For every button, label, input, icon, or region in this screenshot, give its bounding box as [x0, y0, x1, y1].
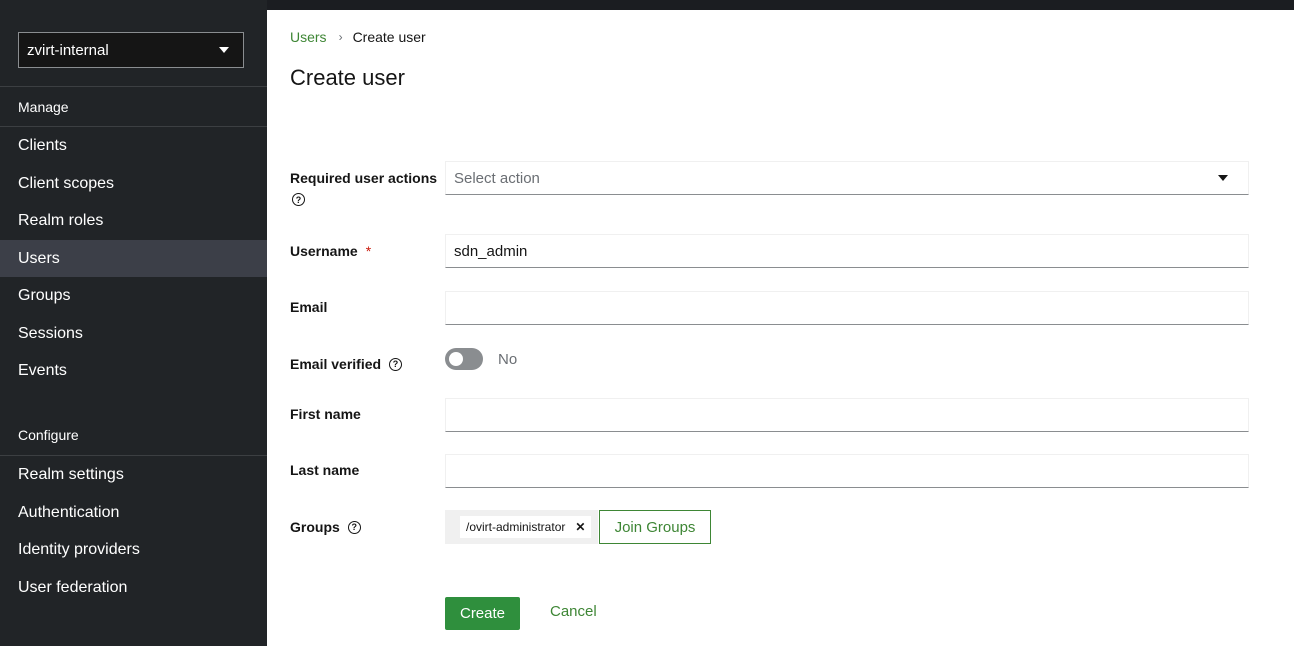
sidebar-item-client-scopes[interactable]: Client scopes: [0, 165, 267, 203]
groups-label-text: Groups: [290, 519, 340, 535]
toggle-knob: [449, 352, 463, 366]
email-verified-state: No: [498, 351, 518, 368]
username-field[interactable]: sdn_admin: [445, 234, 1249, 268]
page-title: Create user: [290, 65, 405, 90]
first-name-field[interactable]: [445, 398, 1249, 432]
username-label-text: Username: [290, 243, 358, 259]
required-actions-select[interactable]: Select action: [445, 161, 1249, 195]
sidebar-item-realm-roles[interactable]: Realm roles: [0, 202, 267, 240]
username-value: sdn_admin: [454, 242, 528, 260]
help-icon[interactable]: ?: [347, 520, 361, 534]
email-verified-label: Email verified ?: [290, 356, 403, 372]
required-asterisk: *: [365, 243, 372, 259]
nav-section-configure: Configure Realm settings Authentication …: [0, 415, 267, 606]
email-verified-toggle[interactable]: [445, 348, 483, 370]
sidebar-item-groups[interactable]: Groups: [0, 277, 267, 315]
email-field[interactable]: [445, 291, 1249, 325]
realm-selector-value: zvirt-internal: [27, 41, 109, 59]
join-groups-button[interactable]: Join Groups: [599, 510, 711, 544]
required-actions-label-text: Required user actions: [290, 170, 438, 186]
caret-down-icon: [1218, 175, 1228, 181]
group-chip: /ovirt-administrator ✕: [460, 516, 592, 538]
realm-selector[interactable]: zvirt-internal: [18, 32, 244, 68]
cancel-button[interactable]: Cancel: [550, 603, 597, 620]
breadcrumb-current: Create user: [352, 29, 426, 45]
sidebar-item-authentication[interactable]: Authentication: [0, 494, 267, 532]
sidebar-item-realm-settings[interactable]: Realm settings: [0, 456, 267, 494]
sidebar-item-sessions[interactable]: Sessions: [0, 315, 267, 353]
last-name-label: Last name: [290, 462, 360, 478]
group-chip-label: /ovirt-administrator: [466, 520, 566, 534]
chevron-right-icon: ›: [338, 30, 343, 44]
groups-label: Groups ?: [290, 519, 361, 535]
sidebar-item-users[interactable]: Users: [0, 239, 267, 277]
create-button[interactable]: Create: [445, 597, 520, 630]
last-name-field[interactable]: [445, 454, 1249, 488]
sidebar-item-identity-providers[interactable]: Identity providers: [0, 531, 267, 569]
email-verified-label-text: Email verified: [290, 356, 382, 372]
sidebar-item-user-federation[interactable]: User federation: [0, 569, 267, 607]
sidebar-item-events[interactable]: Events: [0, 352, 267, 390]
nav-section-title-configure: Configure: [0, 415, 267, 456]
nav-section-manage: Manage Clients Client scopes Realm roles…: [0, 86, 267, 390]
close-icon[interactable]: ✕: [575, 520, 585, 534]
top-header-bar: [267, 0, 1294, 10]
help-icon[interactable]: ?: [292, 193, 305, 206]
groups-chip-group: /ovirt-administrator ✕: [445, 510, 598, 544]
sidebar: zvirt-internal Manage Clients Client sco…: [0, 0, 267, 646]
help-icon[interactable]: ?: [389, 357, 403, 371]
username-label: Username *: [290, 243, 371, 259]
breadcrumb-users-link[interactable]: Users: [290, 29, 327, 45]
required-actions-placeholder: Select action: [454, 169, 540, 187]
nav-section-title-manage: Manage: [0, 86, 267, 127]
sidebar-item-clients[interactable]: Clients: [0, 127, 267, 165]
caret-down-icon: [219, 47, 229, 53]
first-name-label: First name: [290, 406, 361, 422]
breadcrumb: Users › Create user: [290, 29, 426, 45]
email-label: Email: [290, 299, 328, 315]
main-content: Users › Create user Create user Required…: [267, 10, 1294, 646]
required-actions-label: Required user actions ?: [290, 170, 437, 206]
